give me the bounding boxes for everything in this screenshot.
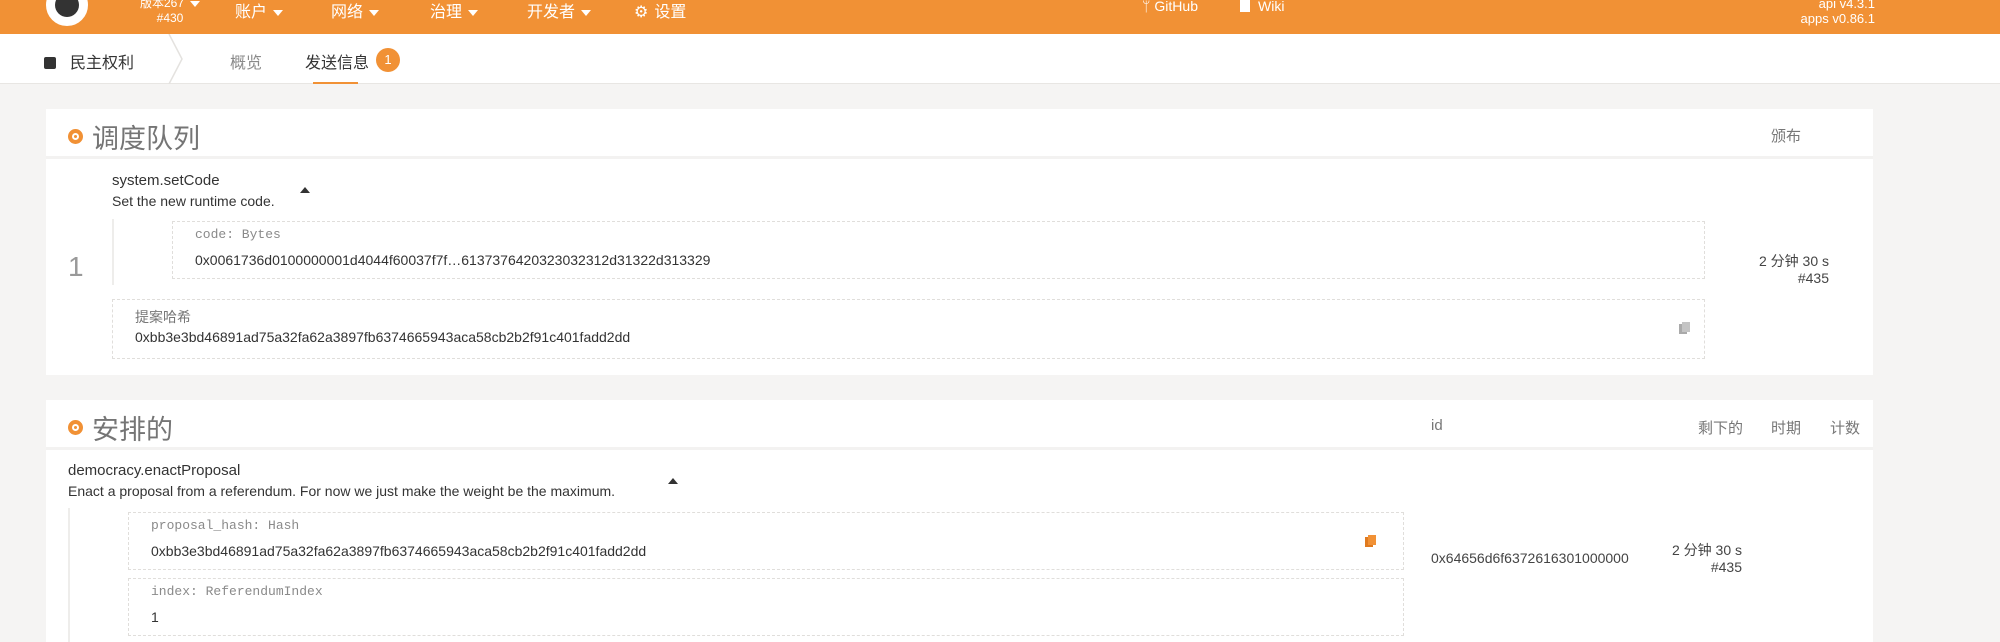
param-index-value: 1 [151, 609, 159, 625]
section-bullet-icon [68, 420, 83, 435]
chevron-down-icon [369, 9, 380, 16]
dispatch-queue-panel: 调度队列 颁布 1 system.setCode Set the new run… [46, 109, 1873, 375]
chevron-down-icon [273, 9, 284, 16]
tab-bar: 民主权利 概览 发送信息 1 [0, 34, 2000, 84]
col-remaining: 剩下的 [1698, 420, 1744, 437]
chain-selector[interactable]: 版本267 #430 [140, 0, 201, 26]
top-nav-bar: 版本267 #430 账户 网络 治理 开发者 ⚙ 设置 ᛘ GitHub Wiki… [0, 0, 2000, 34]
tab-dispatch[interactable]: 发送信息 [305, 49, 369, 73]
wiki-label: Wiki [1258, 0, 1285, 14]
col-count: 计数 [1830, 420, 1861, 437]
nav-network[interactable]: 网络 [331, 0, 380, 22]
tab-overview[interactable]: 概览 [230, 49, 262, 73]
col-id: id [1431, 417, 1443, 434]
col-period: 时期 [1771, 420, 1802, 437]
tab-divider [168, 34, 183, 84]
scheduled-time: 2 分钟 30 s [1671, 542, 1742, 558]
app-logo[interactable] [44, 0, 90, 28]
nav-settings[interactable]: ⚙ 设置 [634, 0, 686, 22]
queue-index: 1 [68, 251, 84, 282]
version-info: api v4.3.1 apps v0.86.1 [1801, 0, 1875, 26]
chevron-down-icon [468, 9, 479, 16]
param-index-box: index: ReferendumIndex 1 [128, 578, 1404, 636]
nav-network-label: 网络 [331, 4, 364, 21]
nav-developer[interactable]: 开发者 [527, 0, 592, 22]
github-label: GitHub [1154, 0, 1198, 14]
scheduled-header: 安排的 id 剩下的 时期 计数 [46, 400, 1873, 450]
api-version: api v4.3.1 [1818, 0, 1875, 11]
scheduled-block: #435 [1710, 559, 1742, 575]
dispatch-block: #435 [1797, 270, 1829, 286]
apps-version: apps v0.86.1 [1800, 11, 1875, 26]
nav-governance-label: 治理 [430, 4, 463, 21]
proposal-hash-box: 提案哈希 0xbb3e3bd46891ad75a32fa62a3897fb637… [112, 299, 1705, 359]
dispatch-time: 2 分钟 30 s [1758, 253, 1829, 269]
section-label: 民主权利 [70, 55, 135, 72]
section-democracy: 民主权利 [44, 49, 134, 73]
param-code-label: code: Bytes [195, 227, 281, 242]
param-proposal-hash-value: 0xbb3e3bd46891ad75a32fa62a3897fb63746659… [151, 543, 647, 559]
collapse-arrow-icon[interactable] [668, 478, 678, 484]
scheduled-id: 0x64656d6f6372616301000000 [1431, 550, 1629, 566]
param-indent-line [68, 508, 70, 642]
chevron-down-icon [190, 0, 201, 7]
scheduled-call-name: democracy.enactProposal [68, 462, 241, 479]
wiki-link[interactable]: Wiki [1240, 0, 1284, 14]
nav-accounts-label: 账户 [235, 4, 268, 21]
chain-version: 版本267 [140, 0, 185, 10]
branch-icon: ᛘ [1142, 0, 1151, 14]
gear-icon: ⚙ [634, 4, 649, 21]
book-icon [1240, 0, 1250, 12]
proposal-hash-value: 0xbb3e3bd46891ad75a32fa62a3897fb63746659… [135, 329, 631, 345]
chain-block: #430 [156, 11, 184, 25]
dispatch-queue-header: 调度队列 颁布 [46, 109, 1873, 159]
chevron-down-icon [581, 9, 592, 16]
copy-icon[interactable] [1679, 322, 1691, 336]
scheduled-call-description: Enact a proposal from a referendum. For … [68, 483, 616, 499]
copy-icon[interactable] [1365, 535, 1377, 549]
call-name: system.setCode [112, 172, 220, 189]
nav-accounts[interactable]: 账户 [235, 0, 284, 22]
nav-developer-label: 开发者 [527, 4, 576, 21]
nav-governance[interactable]: 治理 [430, 0, 479, 22]
nav-settings-label: 设置 [654, 4, 687, 21]
param-code-value: 0x0061736d0100000001d4044f60037f7f…61373… [195, 252, 711, 268]
active-tab-indicator [313, 82, 358, 84]
calendar-check-icon [44, 57, 56, 69]
logo-mark-icon [55, 0, 79, 17]
scheduled-panel: 安排的 id 剩下的 时期 计数 democracy.enactProposal… [46, 400, 1873, 642]
param-proposal-hash-box: proposal_hash: Hash 0xbb3e3bd46891ad75a3… [128, 512, 1404, 570]
col-enact: 颁布 [1771, 128, 1802, 145]
param-code-box: code: Bytes 0x0061736d0100000001d4044f60… [172, 221, 1705, 279]
collapse-arrow-icon[interactable] [300, 187, 310, 193]
param-proposal-hash-label: proposal_hash: Hash [151, 518, 300, 533]
param-indent-line [112, 219, 114, 285]
dispatch-count-badge: 1 [376, 48, 400, 72]
scheduled-title: 安排的 [92, 415, 173, 445]
proposal-hash-label: 提案哈希 [135, 309, 191, 325]
dispatch-queue-title: 调度队列 [92, 124, 200, 154]
call-description: Set the new runtime code. [112, 193, 275, 209]
param-index-label: index: ReferendumIndex [151, 584, 323, 599]
github-link[interactable]: ᛘ GitHub [1142, 0, 1198, 14]
section-bullet-icon [68, 129, 83, 144]
